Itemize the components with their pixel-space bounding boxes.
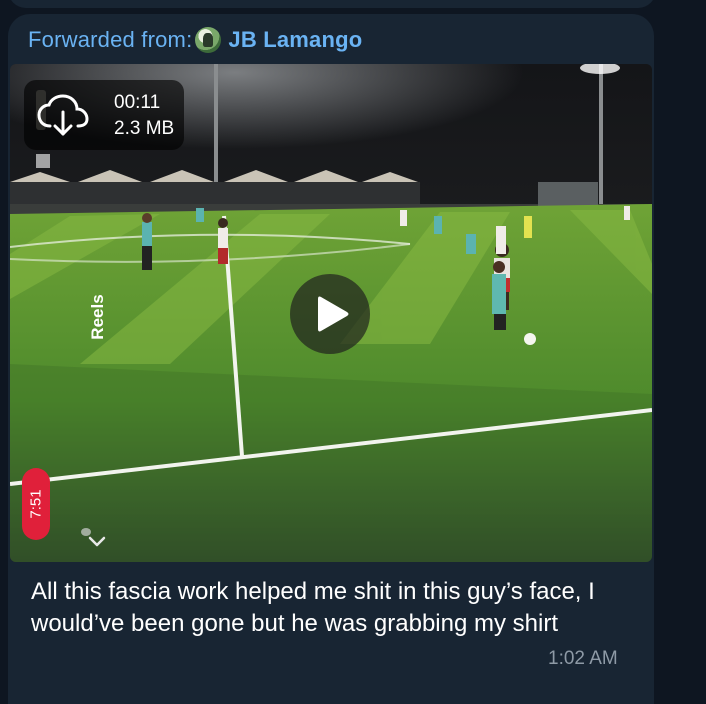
reel-timer-badge: 7:51 <box>22 468 50 540</box>
download-cloud-icon[interactable] <box>36 94 90 138</box>
reel-timer-label: 7:51 <box>27 489 45 519</box>
video-preview[interactable]: 00:11 2.3 MB Reels 7:51 <box>10 64 652 562</box>
message-timestamp: 1:02 AM <box>548 648 618 669</box>
video-file-size: 2.3 MB <box>114 118 175 139</box>
play-button[interactable] <box>290 274 370 354</box>
forwarded-author-name[interactable]: JB Lamango <box>228 27 362 53</box>
message-caption: All this fascia work helped me shit in t… <box>31 578 595 637</box>
download-badge[interactable]: 00:11 2.3 MB <box>24 80 184 150</box>
play-icon <box>318 296 349 332</box>
previous-message-bubble <box>8 0 656 8</box>
author-avatar[interactable] <box>195 27 222 53</box>
forwarded-header[interactable]: Forwarded from: JB Lamango <box>28 26 362 54</box>
forwarded-label: Forwarded from: <box>28 27 193 52</box>
reels-watermark: Reels <box>88 294 107 340</box>
video-duration: 00:11 <box>114 92 161 113</box>
chevron-down-icon <box>81 528 106 547</box>
